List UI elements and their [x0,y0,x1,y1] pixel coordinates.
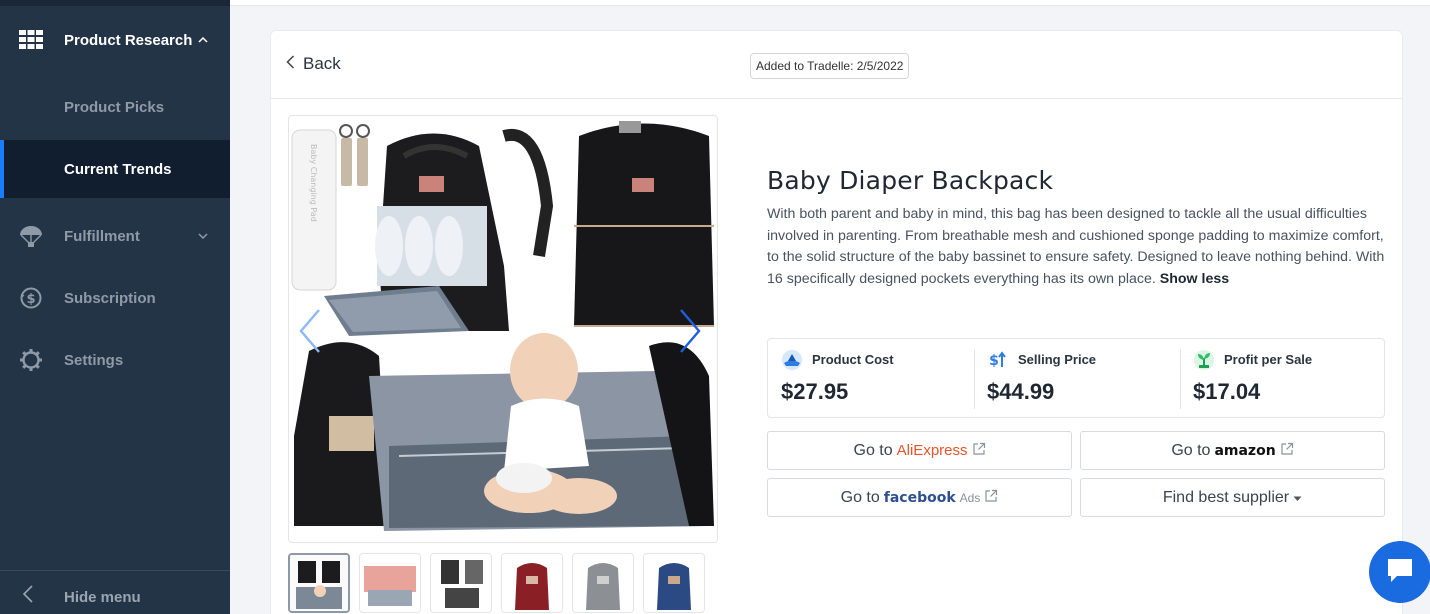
find-best-supplier-dropdown[interactable]: Find best supplier [1080,478,1385,517]
product-illustration: Baby Changing Pad [291,121,714,531]
sidebar-item-label: Subscription [64,289,156,307]
stat-label: Profit per Sale [1224,352,1313,367]
sidebar-item-label: Product Research [64,31,193,49]
show-less-link[interactable]: Show less [1160,271,1229,287]
thumbnail-6[interactable] [643,553,705,613]
back-label: Back [303,53,341,73]
go-to-amazon-button[interactable]: Go to amazon [1080,431,1385,470]
stat-label: Product Cost [812,352,894,367]
external-link-icon [984,489,998,506]
sidebar-item-settings[interactable]: Settings [0,344,230,376]
chevron-up-icon [198,34,208,46]
product-description: With both parent and baby in mind, this … [767,204,1385,290]
external-link-icon [972,442,986,459]
product-main-image: Baby Changing Pad [288,115,718,543]
sidebar-item-label: Current Trends [64,160,172,178]
go-to-label: Go to [1171,441,1211,459]
sidebar-item-label: Fulfillment [64,227,140,245]
go-to-facebook-ads-button[interactable]: Go to facebook Ads [767,478,1072,517]
product-cost-icon [781,349,803,371]
added-date-badge: Added to Tradelle: 2/5/2022 [750,53,910,79]
parachute-icon [19,224,43,248]
product-description-text: With both parent and baby in mind, this … [767,206,1385,287]
facebook-logo: facebook [883,489,956,506]
aliexpress-logo: AliExpress [896,442,968,459]
caret-down-icon [1293,489,1302,507]
sidebar-item-label: Product Picks [64,98,165,116]
stat-profit-per-sale: Profit per Sale $17.04 [1180,339,1386,417]
thumbnail-5[interactable] [572,553,634,613]
stat-selling-price: $ Selling Price $44.99 [974,339,1180,417]
profit-plant-icon [1193,349,1215,371]
sidebar-top-band [0,0,230,6]
sidebar-item-subscription[interactable]: $ Subscription [0,282,230,314]
card-header: Back Added to Tradelle: 2/5/2022 [271,31,1402,99]
dollar-refresh-icon: $ [19,286,43,310]
go-to-label: Go to [853,441,893,459]
ads-label: Ads [959,490,981,505]
find-supplier-label: Find best supplier [1162,488,1290,506]
go-to-label: Go to [840,488,880,506]
chevron-left-icon [286,53,295,74]
external-link-icon [1280,442,1294,459]
chevron-down-icon [198,230,208,242]
changing-pad-text: Baby Changing Pad [309,144,318,222]
svg-text:$: $ [989,353,999,369]
sidebar-item-product-picks[interactable]: Product Picks [0,90,230,124]
gear-icon [19,348,43,372]
chat-launcher-button[interactable] [1369,541,1430,603]
profit-stats: Product Cost $27.95 $ Selling Price $44.… [767,338,1385,418]
grid-icon [19,28,43,52]
back-button[interactable]: Back [286,53,341,74]
hide-menu-label: Hide menu [64,589,141,606]
sidebar-item-label: Settings [64,351,124,369]
thumbnail-2[interactable] [359,553,421,613]
amazon-logo: amazon [1214,442,1276,459]
sidebar-item-current-trends[interactable]: Current Trends [0,140,230,198]
divider [1180,349,1181,409]
chat-bubble-icon [1385,556,1415,589]
stat-value: $27.95 [781,379,849,404]
chevron-left-icon [22,585,34,609]
product-title: Baby Diaper Backpack [767,166,1054,195]
thumbnail-3[interactable] [430,553,492,613]
sidebar-item-product-research[interactable]: Product Research [0,24,230,56]
go-to-aliexpress-button[interactable]: Go to AliExpress [767,431,1072,470]
top-bar [230,0,1430,6]
stat-product-cost: Product Cost $27.95 [768,339,974,417]
carousel-next-arrow[interactable] [675,306,705,356]
sidebar: Product Research Product Picks Current T… [0,0,230,614]
stat-value: $44.99 [987,379,1055,404]
product-card: Back Added to Tradelle: 2/5/2022 Baby Ch… [270,30,1403,614]
svg-text:$: $ [26,292,35,307]
active-indicator [0,140,4,198]
thumbnail-4[interactable] [501,553,563,613]
hide-menu-button[interactable]: Hide menu [0,570,230,614]
selling-price-icon: $ [987,349,1009,371]
thumbnail-1[interactable] [288,553,350,613]
thumbnail-strip [288,553,728,613]
sidebar-item-fulfillment[interactable]: Fulfillment [0,220,230,252]
stat-label: Selling Price [1018,352,1097,367]
stat-value: $17.04 [1193,379,1261,404]
carousel-prev-arrow[interactable] [295,306,325,356]
divider [974,349,975,409]
